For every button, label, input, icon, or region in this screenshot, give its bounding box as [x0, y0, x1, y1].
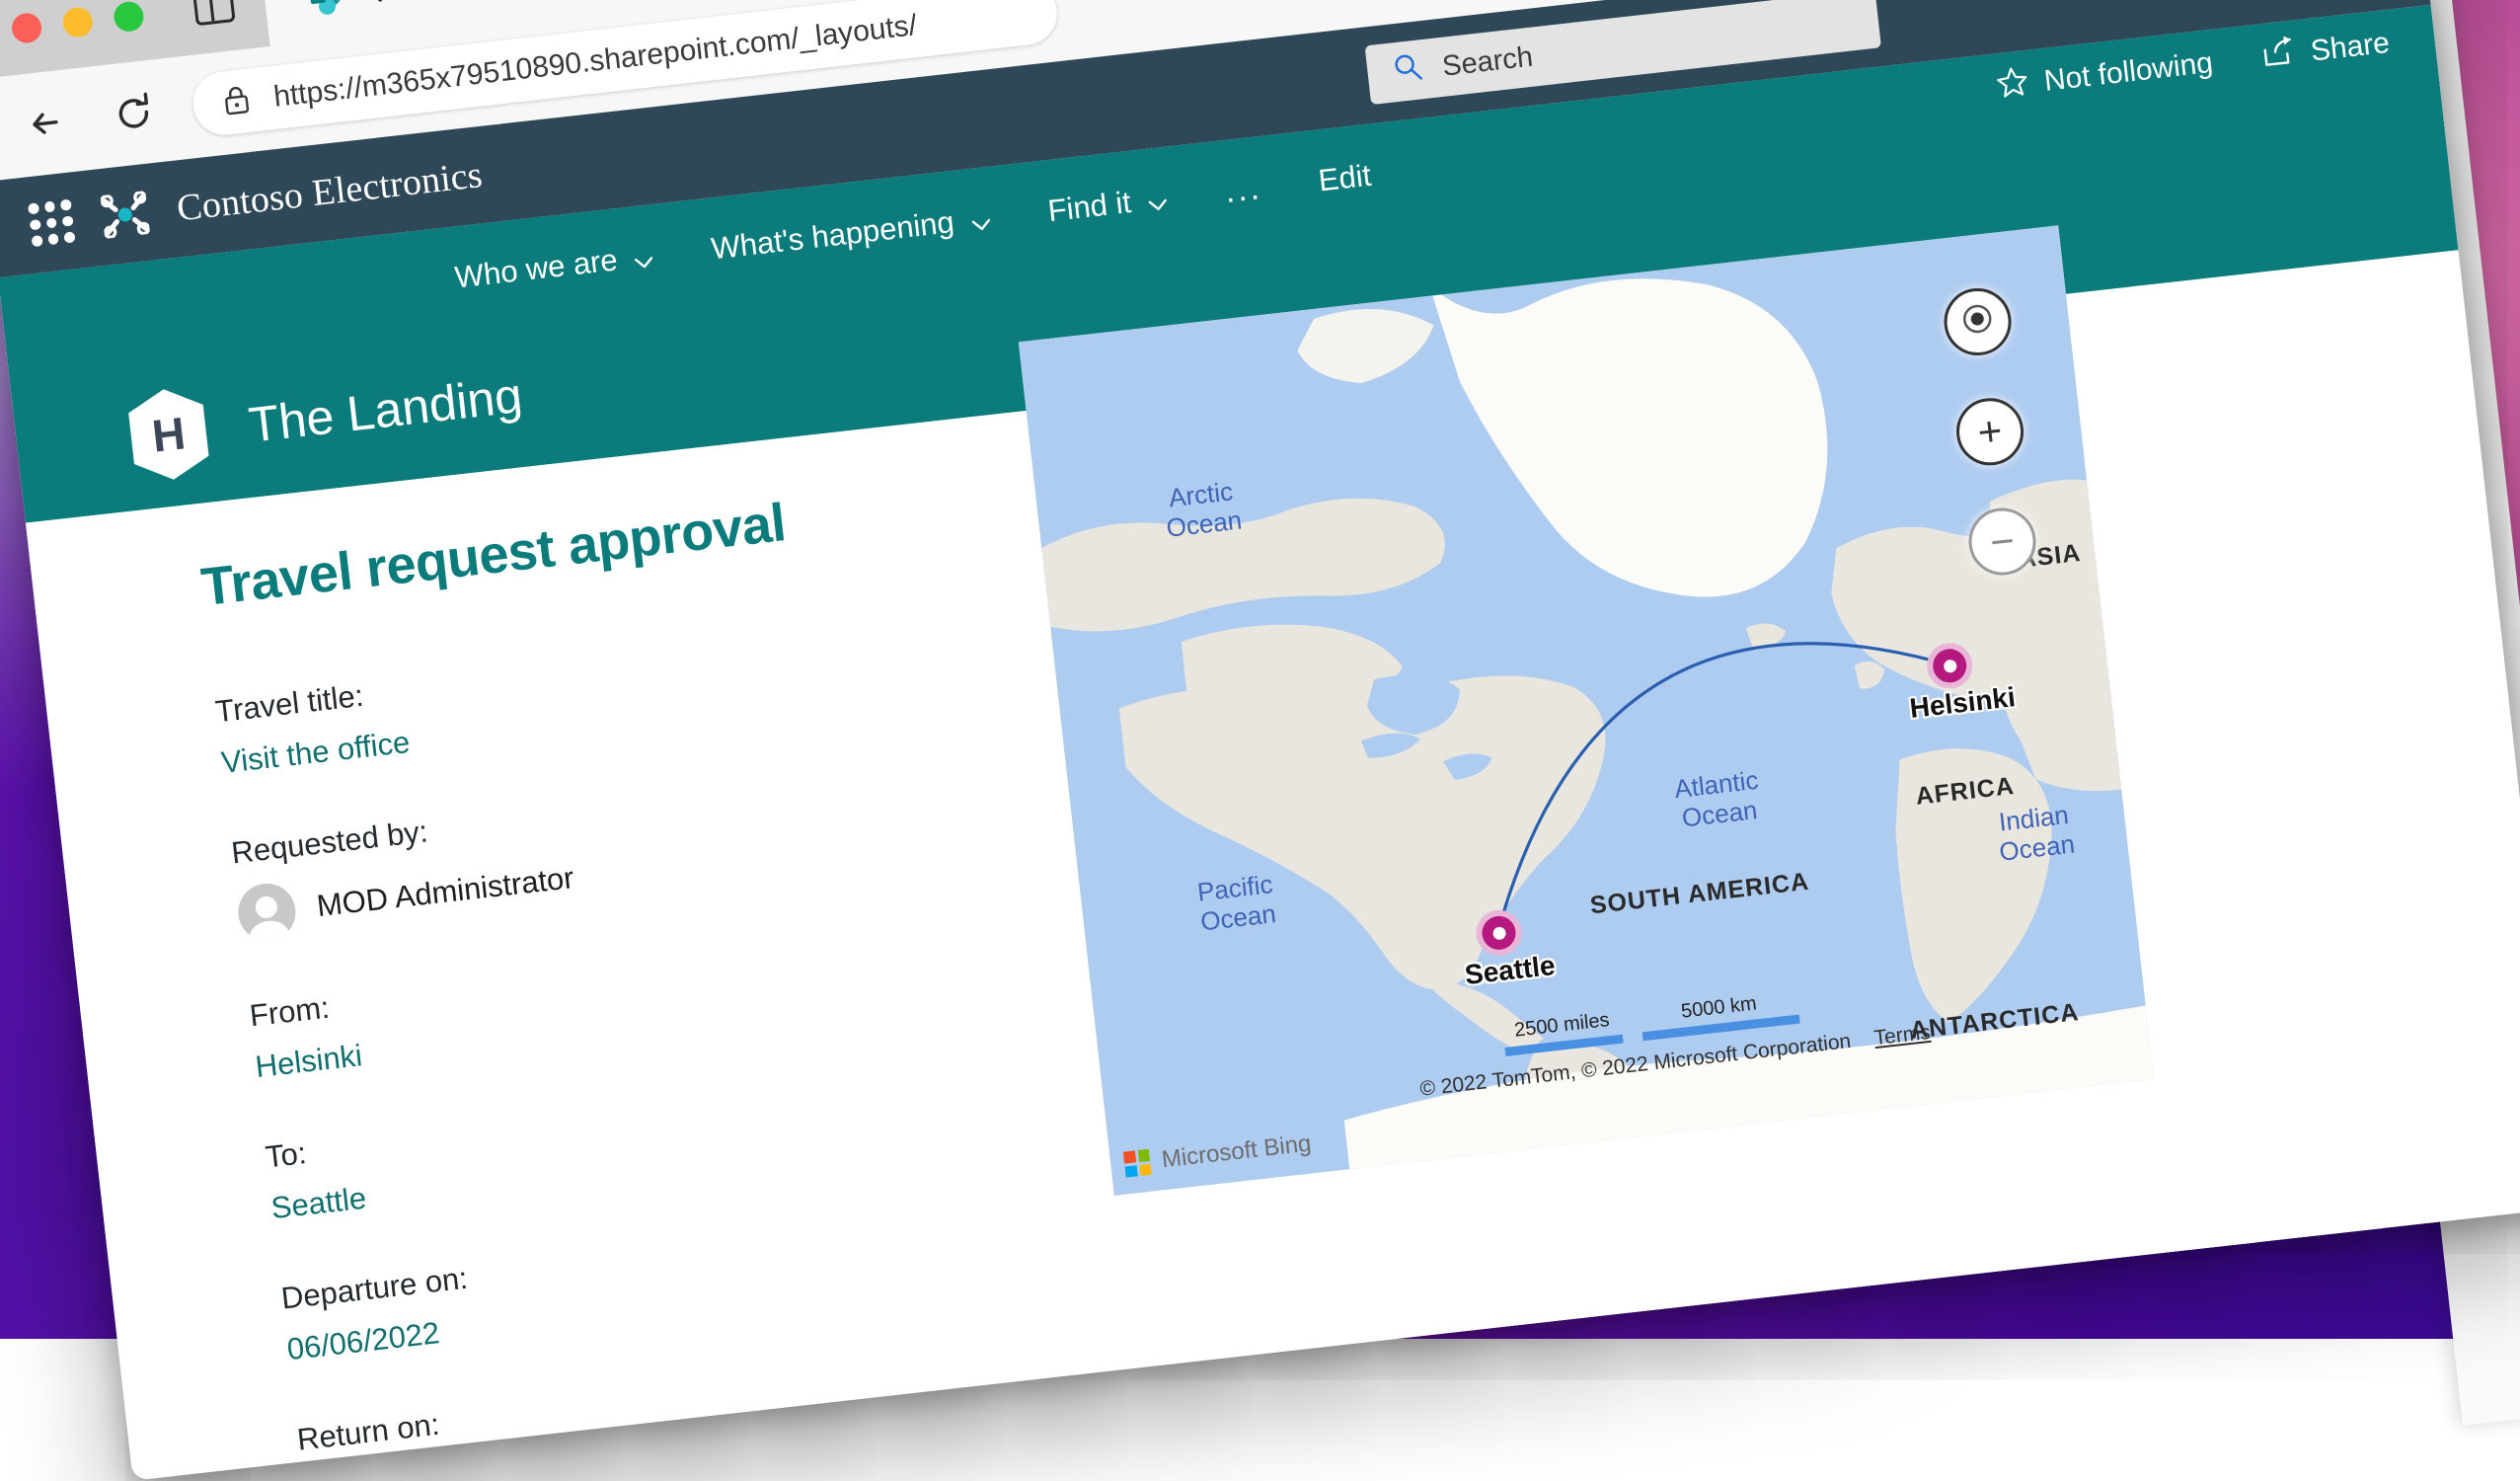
window-traffic-lights: [11, 0, 146, 44]
field-from: From: Helsinki: [248, 915, 1003, 1085]
requester-name: MOD Administrator: [315, 860, 575, 924]
nav-item-who-we-are[interactable]: Who we are: [453, 238, 656, 295]
terms-link[interactable]: Terms: [1872, 1021, 1931, 1050]
nav-item-whats-happening[interactable]: What's happening: [710, 200, 993, 268]
nav-item-find-it[interactable]: Find it: [1046, 181, 1171, 229]
nav-overflow-button[interactable]: ...: [1223, 169, 1263, 211]
site-logo: H: [116, 382, 221, 487]
star-icon: [1995, 64, 2030, 107]
chevron-down-icon: [632, 245, 655, 269]
map-pin-helsinki[interactable]: [1925, 641, 1975, 691]
field-travel-title: Travel title: Visit the office: [214, 611, 969, 781]
site-title: The Landing: [246, 366, 525, 454]
share-icon: [2259, 35, 2297, 78]
nav-label: Find it: [1046, 185, 1133, 229]
org-name: Contoso Electronics: [175, 153, 485, 230]
share-label: Share: [2309, 27, 2391, 69]
search-placeholder: Search: [1441, 40, 1535, 83]
lock-icon: [221, 82, 253, 121]
microsoft-logo-icon: [1123, 1149, 1152, 1178]
tab-title: Visit the office: [367, 0, 553, 10]
reload-icon[interactable]: [105, 84, 164, 143]
minimize-window-button[interactable]: [61, 6, 94, 39]
contoso-drone-icon: [100, 191, 150, 239]
locate-icon: [1955, 296, 2000, 347]
travel-request-form: Travel title: Visit the office Requested…: [214, 611, 1051, 1481]
map-canvas[interactable]: ArcticOcean PacificOcean AtlanticOcean I…: [1019, 225, 2154, 1196]
avatar: [235, 881, 298, 944]
back-arrow-icon[interactable]: [18, 94, 77, 153]
minus-icon: −: [1988, 519, 2017, 563]
chevron-down-icon: [968, 207, 992, 231]
chevron-down-icon: [1145, 188, 1169, 211]
map-pin-seattle[interactable]: [1474, 907, 1524, 958]
field-to: To: Seattle: [264, 1056, 1019, 1226]
svg-text:H: H: [149, 407, 188, 461]
search-icon: [1392, 50, 1425, 91]
field-label: Return on:: [295, 1339, 1044, 1457]
sharepoint-icon: S: [305, 0, 346, 20]
travel-map[interactable]: ArcticOcean PacificOcean AtlanticOcean I…: [1019, 225, 2154, 1196]
plus-icon: +: [1976, 410, 2005, 453]
field-departure-on: Departure on: 06/06/2022: [279, 1198, 1034, 1367]
field-requested-by: Requested by: MOD Administrator: [230, 752, 988, 944]
app-launcher-icon[interactable]: [28, 199, 76, 248]
close-window-button[interactable]: [11, 12, 43, 44]
field-return-on: Return on: 10/06/2022: [295, 1339, 1050, 1480]
edit-button[interactable]: Edit: [1317, 158, 1373, 199]
nav-label: Who we are: [453, 242, 619, 295]
maximize-window-button[interactable]: [113, 0, 145, 33]
nav-label: What's happening: [710, 204, 956, 267]
sidebar-toggle-icon[interactable]: [192, 0, 236, 26]
